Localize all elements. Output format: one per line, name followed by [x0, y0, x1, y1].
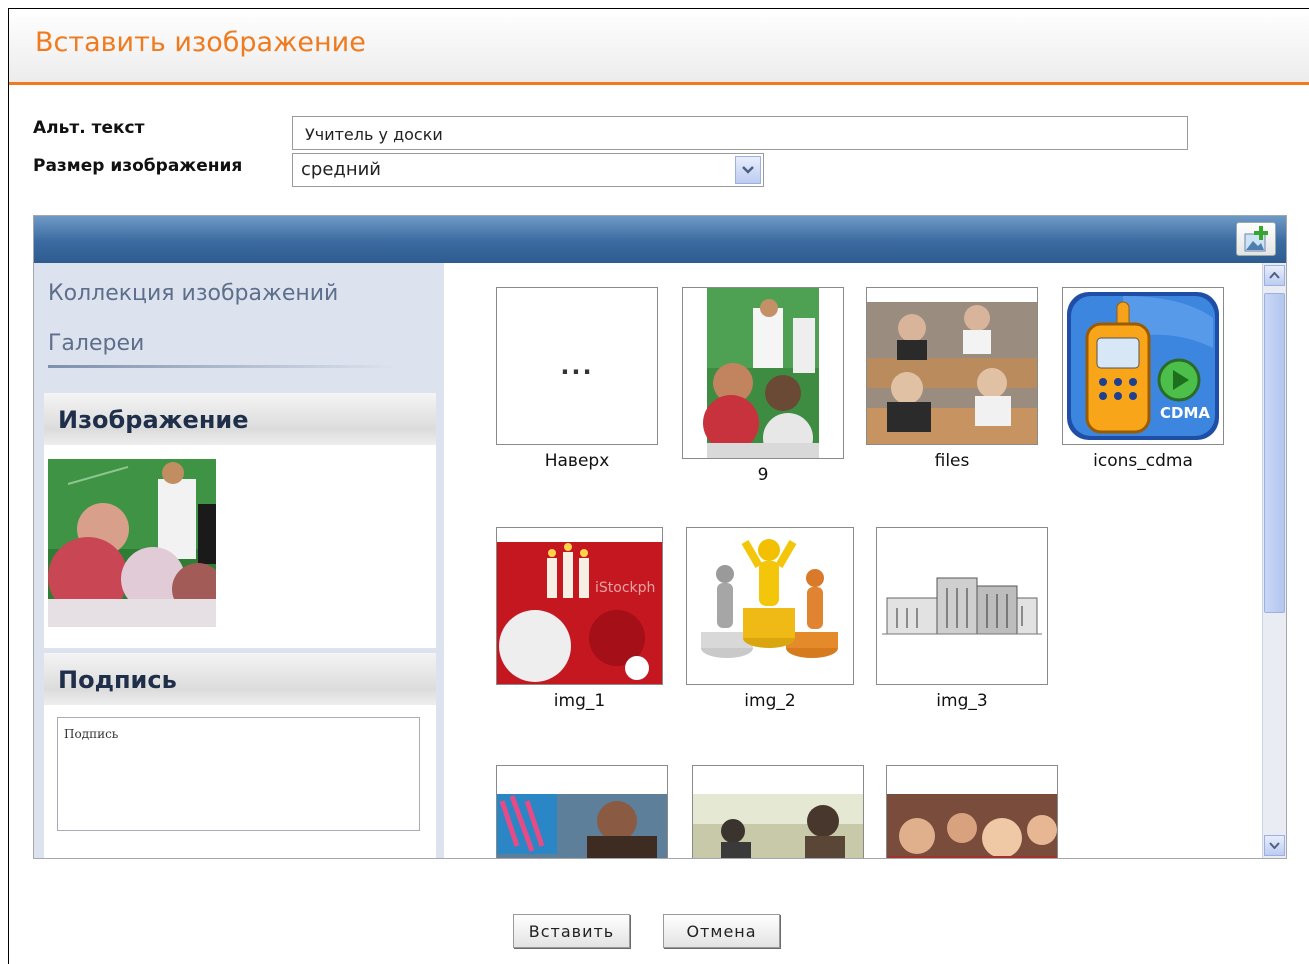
thumb-label: img_1	[553, 691, 606, 711]
classroom-hands-photo	[693, 766, 863, 858]
scroll-up-button[interactable]	[1264, 265, 1285, 286]
thumb-label: 9	[757, 465, 769, 485]
caption-title: Подпись	[44, 653, 436, 705]
thumb-label: img_2	[744, 691, 796, 711]
classroom-photo	[867, 288, 1037, 444]
scrollbar-thumb[interactable]	[1264, 293, 1285, 613]
alt-text-input[interactable]: Учитель у доски	[292, 116, 1188, 150]
christmas-ornament-photo: iStockph	[497, 528, 662, 684]
image-thumb[interactable]	[692, 765, 864, 858]
image-grid: ... Наверх 9 files CDMA icons_cdma iStoc…	[444, 263, 1262, 858]
caption-placeholder: Подпись	[64, 727, 119, 741]
caption-box: Подпись Подпись	[44, 653, 436, 858]
building-sketch-image	[877, 528, 1047, 684]
thumb-label: Наверх	[544, 451, 610, 471]
image-thumb-img-3[interactable]	[876, 527, 1048, 685]
browser-toolbar	[34, 216, 1286, 263]
cancel-button[interactable]: Отмена	[663, 914, 780, 948]
image-size-label: Размер изображения	[33, 156, 243, 176]
cdma-phone-icon: CDMA	[1067, 292, 1219, 440]
podium-figures-image	[687, 528, 853, 684]
sidebar-link-collection[interactable]: Коллекция изображений	[48, 281, 338, 306]
alt-text-value: Учитель у доски	[305, 125, 443, 144]
sidebar: Коллекция изображений Галереи Изображени…	[34, 263, 444, 858]
folder-thumb-9[interactable]	[682, 287, 844, 459]
chevron-up-icon	[1269, 272, 1280, 279]
image-preview-title: Изображение	[44, 393, 436, 445]
thumb-label: files	[934, 451, 970, 471]
thumb-label: img_3	[936, 691, 988, 711]
cdma-text: CDMA	[1160, 404, 1210, 422]
image-thumb[interactable]	[496, 765, 668, 858]
gallery-scrollbar[interactable]	[1262, 263, 1286, 858]
chevron-down-icon[interactable]	[735, 156, 761, 184]
image-size-select[interactable]: средний	[292, 153, 764, 187]
selected-image-preview	[48, 459, 216, 627]
more-icon: ...	[560, 352, 594, 380]
add-image-icon	[1244, 226, 1268, 252]
image-thumb-img-2[interactable]	[686, 527, 854, 685]
chevron-down-icon	[1269, 842, 1280, 849]
image-size-value: средний	[301, 159, 382, 180]
up-folder-thumb[interactable]: ...	[496, 287, 658, 445]
folder-thumb-icons-cdma[interactable]: CDMA	[1062, 287, 1224, 445]
insert-button[interactable]: Вставить	[513, 914, 630, 948]
image-preview-box: Изображение	[44, 393, 436, 648]
folder-thumb-files[interactable]	[866, 287, 1038, 445]
scroll-down-button[interactable]	[1264, 835, 1285, 856]
kids-group-photo	[887, 766, 1057, 858]
add-image-button[interactable]	[1236, 222, 1276, 256]
watermark-text: iStockph	[595, 580, 655, 596]
image-thumb[interactable]	[886, 765, 1058, 858]
alt-text-label: Альт. текст	[33, 118, 145, 138]
children-painting-photo	[497, 766, 667, 858]
teacher-photo	[703, 288, 819, 458]
sidebar-link-galleries[interactable]: Галереи	[48, 331, 144, 356]
dialog-header: Вставить изображение	[9, 9, 1309, 85]
caption-textarea[interactable]: Подпись	[57, 717, 420, 831]
sidebar-divider	[48, 365, 398, 368]
thumb-label: icons_cdma	[1093, 451, 1193, 471]
image-browser-panel: Коллекция изображений Галереи Изображени…	[33, 215, 1287, 859]
dialog-title: Вставить изображение	[35, 27, 366, 58]
image-thumb-img-1[interactable]: iStockph	[496, 527, 663, 685]
